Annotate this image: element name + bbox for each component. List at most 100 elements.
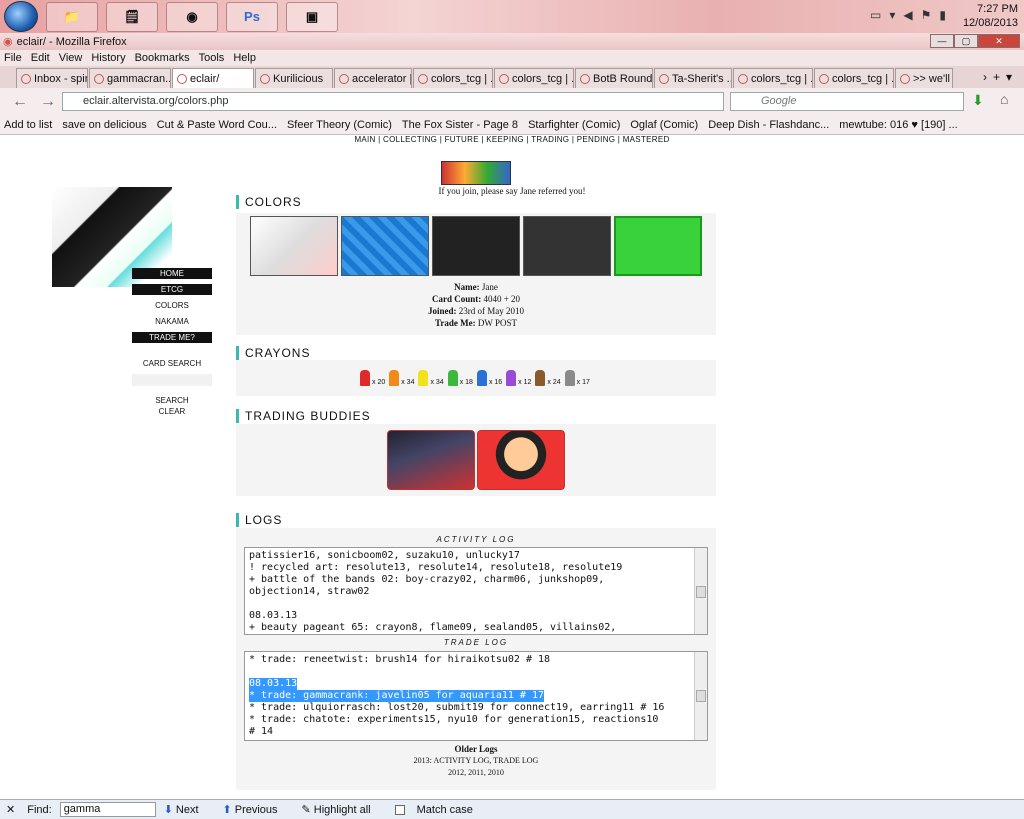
tab-label: colors_tcg | ...	[751, 72, 813, 85]
site-icon	[339, 73, 349, 84]
sidebar-item-nakama[interactable]: NAKAMA	[132, 316, 212, 327]
download-icon[interactable]: ⬇	[972, 92, 984, 109]
find-previous-button[interactable]: ⬆ Previous	[223, 803, 290, 816]
home-icon[interactable]: ⌂	[1000, 91, 1008, 107]
url-bar[interactable]: eclair.altervista.org/colors.php	[62, 92, 724, 111]
bookmark-item[interactable]: Sfeer Theory (Comic)	[287, 119, 392, 131]
clock-time: 7:27 PM	[977, 3, 1018, 15]
clear-button[interactable]: CLEAR	[132, 407, 212, 417]
start-button[interactable]	[4, 1, 38, 32]
find-next-button[interactable]: ⬇ Next	[164, 803, 211, 816]
menu-view[interactable]: View	[59, 50, 83, 66]
tab[interactable]: BotB Round 5	[575, 68, 653, 88]
site-icon	[659, 73, 669, 84]
bookmark-item[interactable]: The Fox Sister - Page 8	[402, 119, 518, 131]
crayon-count: x 34	[401, 379, 415, 386]
close-find-icon[interactable]: ✕	[6, 803, 15, 816]
sidebar-item-etcg[interactable]: ETCG	[132, 284, 212, 295]
minimize-button[interactable]: —	[930, 34, 954, 48]
page-content: MAIN | COLLECTING | FUTURE | KEEPING | T…	[0, 135, 1024, 799]
card-search-label: CARD SEARCH	[142, 359, 202, 368]
forward-icon[interactable]: →	[40, 93, 56, 111]
scroll-thumb[interactable]	[696, 586, 706, 598]
menu-edit[interactable]: Edit	[31, 50, 50, 66]
tab[interactable]: accelerator |...	[334, 68, 412, 88]
card-image[interactable]	[614, 216, 702, 276]
name-label: Name:	[454, 282, 480, 292]
taskbar-firefox-icon[interactable]: ◉	[166, 1, 218, 32]
crayon-icon	[564, 370, 575, 386]
joined-label: Joined:	[427, 306, 457, 316]
bookmark-item[interactable]: Deep Dish - Flashdanc...	[708, 119, 829, 131]
bookmark-item[interactable]: save on delicious	[62, 119, 146, 131]
search-bar[interactable]: Google	[730, 92, 964, 111]
tab[interactable]: >> we'll	[895, 68, 953, 88]
taskbar-sticky-icon[interactable]: 🗒	[106, 1, 158, 32]
tab[interactable]: Kurilicious	[255, 68, 333, 88]
tab[interactable]: colors_tcg | ...	[733, 68, 813, 88]
taskbar-explorer-icon[interactable]: 📁	[46, 1, 98, 32]
card-image[interactable]	[523, 216, 611, 276]
activity-log-scrollbar[interactable]	[694, 548, 707, 634]
sidebar-item-home[interactable]: HOME	[132, 268, 212, 279]
menu-bookmarks[interactable]: Bookmarks	[135, 50, 190, 66]
buddy-image[interactable]	[387, 430, 475, 490]
older-logs-2013[interactable]: 2013: ACTIVITY LOG, TRADE LOG	[236, 755, 716, 767]
match-case-checkbox[interactable]: Match case	[394, 804, 485, 816]
find-input[interactable]: gamma	[59, 802, 156, 817]
buddy-image[interactable]	[477, 430, 565, 490]
card-image[interactable]	[341, 216, 429, 276]
menu-file[interactable]: File	[4, 50, 22, 66]
tab-label: colors_tcg | ...	[512, 72, 574, 85]
tab[interactable]: gammacran...	[89, 68, 171, 88]
card-image[interactable]	[432, 216, 520, 276]
tab-label: Kurilicious	[273, 72, 324, 85]
sidebar-item-colors[interactable]: COLORS	[132, 300, 212, 311]
bookmark-item[interactable]: Add to list	[4, 119, 52, 131]
trade-log[interactable]: * trade: reneetwist: brush14 for hiraiko…	[244, 651, 708, 741]
menu-tools[interactable]: Tools	[199, 50, 225, 66]
taskbar-photoshop-icon[interactable]: Ps	[226, 1, 278, 32]
tab-overflow-icons[interactable]: ›+▾	[983, 70, 1018, 84]
bookmark-item[interactable]: Starfighter (Comic)	[528, 119, 620, 131]
trade-log-scrollbar[interactable]	[694, 652, 707, 740]
gmail-icon	[21, 73, 31, 84]
taskbar-paint-icon[interactable]: ▣	[286, 1, 338, 32]
tab[interactable]: Ta-Sherit's ...	[654, 68, 732, 88]
trade-value[interactable]: DW POST	[478, 318, 517, 328]
highlighter-icon: ✎	[301, 804, 311, 816]
close-button[interactable]: ✕	[978, 34, 1020, 48]
scroll-thumb[interactable]	[696, 690, 706, 702]
tray-icons[interactable]: ▭▾◀⚑▮	[870, 8, 954, 22]
activity-log[interactable]: patissier16, sonicboom02, suzaku10, unlu…	[244, 547, 708, 635]
crayon-count: x 24	[547, 379, 561, 386]
log-line: * trade: chatote: experiments15, nyu10 f…	[249, 714, 659, 725]
bookmark-item[interactable]: Oglaf (Comic)	[630, 119, 698, 131]
tab[interactable]: colors_tcg | ...	[413, 68, 493, 88]
clock[interactable]: 7:27 PM 12/08/2013	[963, 2, 1018, 30]
referral-banner[interactable]	[441, 161, 511, 185]
card-image[interactable]	[250, 216, 338, 276]
sidebar-item-trade-me[interactable]: TRADE ME?	[132, 332, 212, 343]
crayon-list: x 20 x 34 x 34 x 18 x 16 x 12 x 24 x 17	[360, 370, 594, 386]
menu-history[interactable]: History	[91, 50, 125, 66]
tab[interactable]: colors_tcg | ...	[494, 68, 574, 88]
card-search-input[interactable]	[132, 374, 212, 386]
log-line: * trade: gammacrank: javelin05 for aquar…	[249, 690, 703, 702]
bookmark-item[interactable]: mewtube: 016 ♥ [190] ...	[839, 119, 957, 131]
menu-help[interactable]: Help	[233, 50, 256, 66]
tab[interactable]: Inbox - spir...	[16, 68, 88, 88]
tab-label: colors_tcg | ...	[832, 72, 894, 85]
highlight-all-button[interactable]: ✎ Highlight all	[302, 803, 383, 816]
back-icon[interactable]: ←	[12, 93, 28, 111]
bookmark-item[interactable]: Cut & Paste Word Cou...	[157, 119, 277, 131]
count-value: 4040 + 20	[483, 294, 521, 304]
tab-active[interactable]: eclair/	[172, 68, 254, 88]
search-button[interactable]: SEARCH	[132, 395, 212, 407]
maximize-button[interactable]: ▢	[954, 34, 978, 48]
profile-name: Name: Jane	[236, 281, 716, 293]
older-logs-years[interactable]: 2012, 2011, 2010	[236, 767, 716, 779]
top-navigation[interactable]: MAIN | COLLECTING | FUTURE | KEEPING | T…	[0, 135, 1024, 144]
tab[interactable]: colors_tcg | ...	[814, 68, 894, 88]
